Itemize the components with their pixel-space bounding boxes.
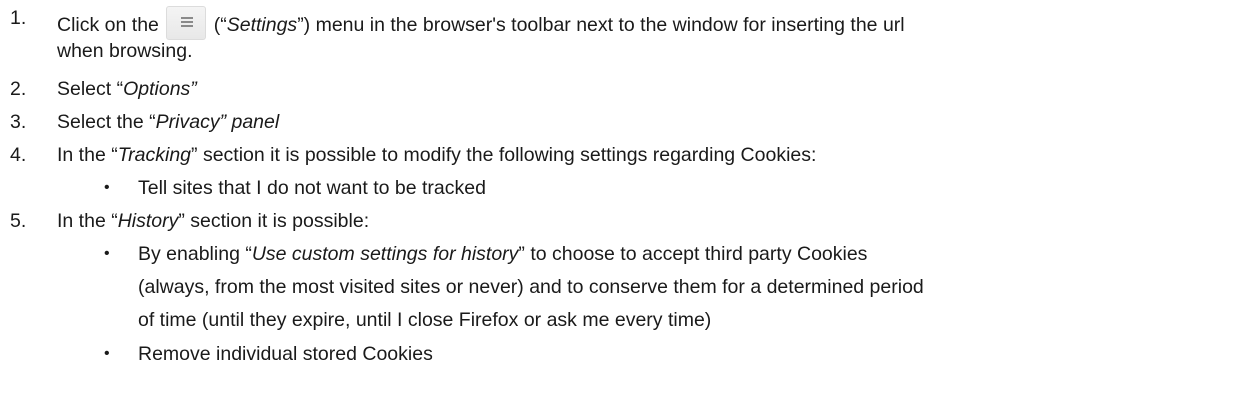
menu-icon bbox=[166, 6, 207, 40]
step-number: 1. bbox=[10, 7, 27, 29]
step-text: Click on the bbox=[57, 14, 165, 36]
step-number: 3. bbox=[10, 111, 27, 133]
history-label: History bbox=[117, 210, 179, 232]
bullet-icon: • bbox=[104, 245, 110, 262]
custom-settings-label: Use custom settings for history bbox=[251, 243, 519, 265]
step-number: 4. bbox=[10, 144, 27, 166]
settings-label: Settings bbox=[226, 14, 298, 36]
bullet-icon: • bbox=[104, 345, 110, 362]
privacy-panel-label: Privacy” panel bbox=[155, 111, 280, 133]
step-number: 2. bbox=[10, 78, 27, 100]
step-number: 5. bbox=[10, 210, 27, 232]
bullet-icon: • bbox=[104, 179, 110, 196]
options-label: Options” bbox=[123, 78, 197, 100]
tracking-label: Tracking bbox=[117, 144, 192, 166]
